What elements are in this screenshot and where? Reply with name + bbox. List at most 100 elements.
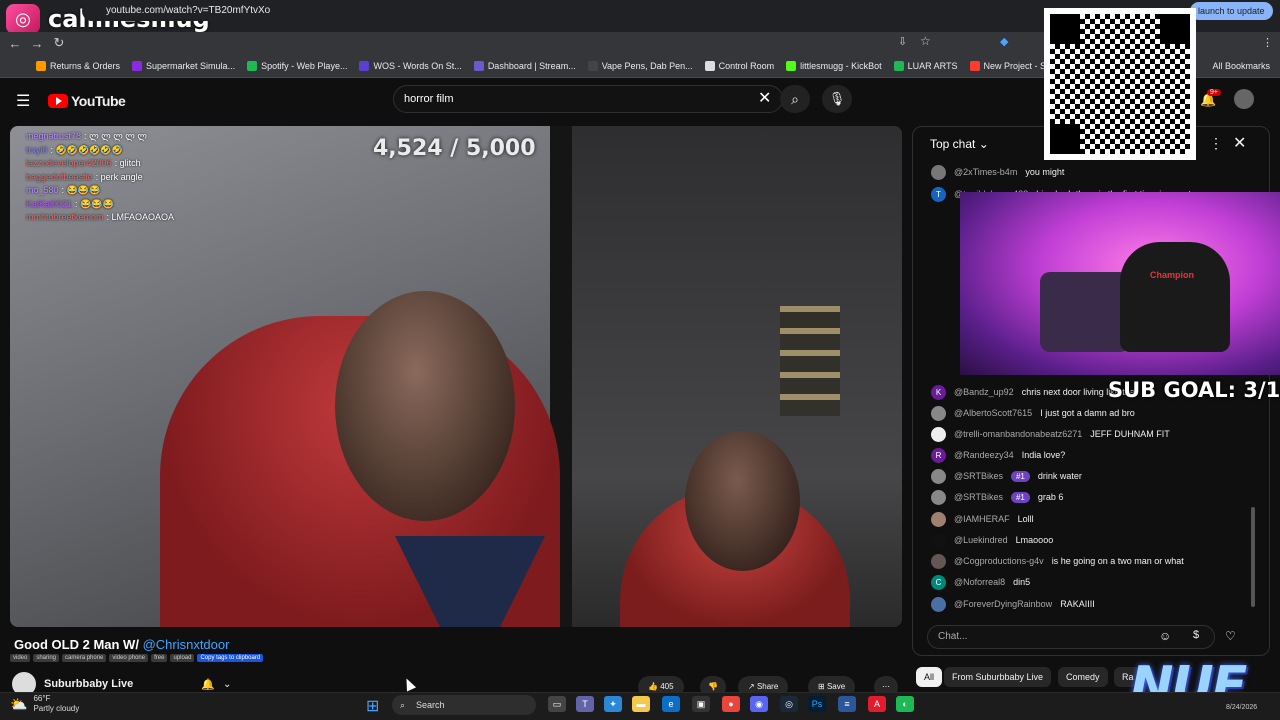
youtube-logo[interactable]: YouTube: [48, 93, 126, 109]
windows-start-icon[interactable]: ⊞: [366, 696, 379, 716]
chat-message[interactable]: @Cogproductions-g4v is he going on a two …: [931, 552, 1184, 570]
photoshop-icon[interactable]: Ps: [808, 696, 826, 712]
bookmark-item[interactable]: Supermarket Simula...: [132, 60, 235, 71]
emoji-icon[interactable]: ☺: [1159, 629, 1171, 643]
voice-search-button[interactable]: 🎙: [822, 85, 852, 113]
teams-icon[interactable]: T: [576, 696, 594, 712]
copilot-icon[interactable]: ✦: [604, 696, 622, 712]
chat-text: India love?: [1021, 450, 1066, 460]
video-tag[interactable]: camera phone: [62, 654, 107, 662]
obs-icon[interactable]: ◐: [896, 696, 914, 712]
all-bookmarks-link[interactable]: All Bookmarks: [1212, 61, 1270, 71]
store-icon[interactable]: ▣: [692, 696, 710, 712]
mouse-cursor: [401, 676, 417, 692]
search-input[interactable]: horror film: [393, 85, 783, 113]
bookmark-favicon-icon: [132, 60, 143, 71]
steam-icon[interactable]: ◎: [780, 696, 798, 712]
video-person-2-head: [685, 431, 800, 571]
account-avatar[interactable]: [1234, 89, 1254, 109]
video-tag[interactable]: upload: [170, 654, 195, 662]
chat-message[interactable]: @IAMHERAF Lolll: [931, 510, 1034, 528]
chat-text: JEFF DUHNAM FIT: [1090, 429, 1170, 439]
chat-rank-badge: #1: [1010, 491, 1030, 503]
overlay-chat-text: glitch: [119, 158, 141, 168]
overlay-chat-user: baggedofbeastie: [26, 171, 93, 182]
chat-message[interactable]: K @Bandz_up92 chris next door living like …: [931, 383, 1137, 401]
notification-bell-icon[interactable]: 🔔: [201, 678, 215, 691]
video-tags: video sharing camera phone video phone free u…: [10, 654, 264, 662]
bookmark-favicon-icon: [587, 60, 598, 71]
chat-message[interactable]: @SRTBikes #1 grab 6: [931, 488, 1063, 506]
chat-message[interactable]: @Luekindred Lmaoooo: [931, 531, 1053, 549]
chrome-icon[interactable]: ●: [722, 696, 740, 712]
adobe-icon[interactable]: A: [868, 696, 886, 712]
relaunch-button[interactable]: launch to update: [1190, 2, 1273, 20]
bookmark-item[interactable]: littlesmugg - KickBot: [786, 60, 882, 71]
chevron-down-icon[interactable]: ⌄: [223, 679, 231, 690]
title-mention-link[interactable]: @Chrisnxtdoor: [143, 637, 230, 652]
install-icon[interactable]: ⇩: [898, 35, 907, 48]
chat-message[interactable]: @AlbertoScott7615 I just got a damn ad br…: [931, 404, 1135, 422]
super-chat-icon[interactable]: $: [1193, 629, 1199, 641]
menu-kebab-icon[interactable]: ⋮: [1262, 36, 1273, 49]
bookmark-item[interactable]: Spotify - Web Playe...: [247, 60, 347, 71]
bookmark-item[interactable]: WOS - Words On St...: [359, 60, 462, 71]
chat-input[interactable]: Chat...: [927, 625, 1215, 649]
dislike-icon: 👎: [708, 682, 718, 691]
bookmark-item[interactable]: Vape Pens, Dab Pen...: [587, 60, 693, 71]
chat-message[interactable]: @2xTimes-b4m you might: [931, 163, 1064, 181]
bookmark-item[interactable]: Returns & Orders: [36, 60, 121, 71]
chat-scrollbar[interactable]: [1251, 507, 1255, 607]
discord-icon[interactable]: ◉: [750, 696, 768, 712]
notification-count-badge: 9+: [1207, 89, 1221, 96]
channel-name[interactable]: Suburbbaby Live: [44, 678, 133, 690]
bookmark-item[interactable]: LUAR ARTS: [893, 60, 958, 71]
edge-icon[interactable]: e: [662, 696, 680, 712]
chat-message[interactable]: @SRTBikes #1 drink water: [931, 467, 1082, 485]
video-tag[interactable]: sharing: [33, 654, 60, 662]
overlay-chat-user: trxyl0: [26, 144, 48, 155]
video-tag[interactable]: video phone: [109, 654, 149, 662]
filter-chip[interactable]: All: [916, 667, 943, 687]
search-button[interactable]: ⌕: [780, 85, 810, 113]
copy-tags-button[interactable]: Copy tags to clipboard: [197, 654, 264, 662]
video-tag[interactable]: free: [151, 654, 168, 662]
bookmark-item[interactable]: Dashboard | Stream...: [473, 60, 576, 71]
microphone-icon: 🎙: [828, 91, 846, 106]
video-title: Good OLD 2 Man W/ @Chrisnxtdoor: [14, 637, 229, 652]
chat-close-icon[interactable]: ✕: [1233, 133, 1246, 153]
chat-mode-dropdown[interactable]: Top chat ⌄: [930, 137, 989, 151]
bookmark-item[interactable]: Control Room: [704, 60, 774, 71]
youtube-logo-text: YouTube: [71, 93, 126, 109]
chat-message[interactable]: R @Randeezy34 India love?: [931, 446, 1065, 464]
youtube-play-icon: [48, 94, 68, 108]
extension-icon[interactable]: ◆: [1000, 35, 1008, 48]
share-label: Share: [756, 682, 779, 691]
reload-icon[interactable]: ↻: [48, 35, 70, 51]
task-view-icon[interactable]: ▭: [548, 696, 566, 712]
chat-message[interactable]: @ForeverDyingRainbow RAKAIIII: [931, 595, 1095, 613]
chat-message[interactable]: @trelli-omanbandonabeatz6271 JEFF DUHNAM …: [931, 425, 1170, 443]
weather-temp: 66°F: [33, 694, 51, 703]
back-icon[interactable]: ←: [4, 36, 26, 51]
heart-icon[interactable]: ♡: [1225, 629, 1236, 643]
forward-icon[interactable]: →: [26, 36, 48, 51]
overlay-chat-user: megnatrust78: [26, 131, 82, 141]
notepad-icon[interactable]: ≡: [838, 696, 856, 712]
filter-chip[interactable]: Comedy: [1058, 667, 1108, 687]
bookmark-label: Returns & Orders: [50, 60, 121, 71]
url-field[interactable]: youtube.com/watch?v=TB20mfYtvXo: [82, 1, 942, 21]
chat-more-icon[interactable]: ⋮: [1209, 135, 1223, 152]
video-tag[interactable]: video: [10, 654, 31, 662]
clear-search-icon[interactable]: ✕: [758, 88, 771, 108]
weather-widget[interactable]: ⛅ 66°F Partly cloudy: [10, 694, 79, 714]
file-explorer-icon[interactable]: ▬: [632, 696, 650, 712]
bookmark-star-icon[interactable]: ☆: [920, 34, 931, 48]
bookmark-favicon-icon: [786, 60, 797, 71]
chat-avatar: [931, 426, 946, 442]
taskbar-search[interactable]: ⌕ Search: [392, 695, 536, 715]
chat-avatar: [931, 405, 946, 421]
filter-chip[interactable]: From Suburbbaby Live: [944, 667, 1052, 687]
chat-message[interactable]: C @Noforreal8 din5: [931, 573, 1030, 591]
menu-icon[interactable]: ☰: [16, 91, 30, 111]
